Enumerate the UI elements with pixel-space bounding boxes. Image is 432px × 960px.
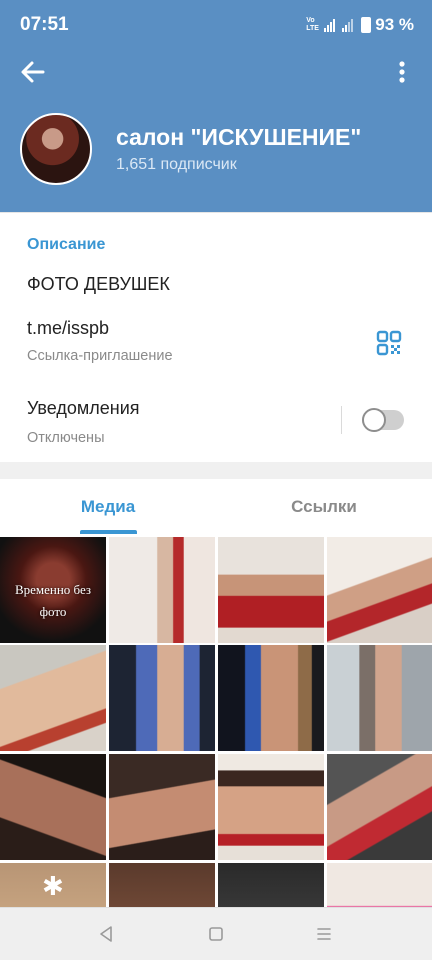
flower-icon: ✱ [42,871,64,901]
signal-icon-2 [342,18,354,32]
more-menu-button[interactable] [386,56,418,88]
qr-code-button[interactable] [376,330,402,356]
channel-info-section: Описание ФОТО ДЕВУШЕК t.me/isspb Ссылка-… [0,212,432,462]
tab-media[interactable]: Медиа [0,479,216,535]
tab-links[interactable]: Ссылки [216,479,432,535]
media-thumbnail[interactable] [218,863,324,907]
media-thumbnail[interactable]: Временно без фото [0,537,106,643]
invite-link[interactable]: t.me/isspb [27,318,109,339]
status-indicators: Vo LTE 93 % [306,15,414,35]
media-thumbnail[interactable] [109,645,215,751]
media-thumbnail[interactable] [109,863,215,907]
nav-back-button[interactable] [94,922,118,946]
thumbnail-caption: Временно без фото [14,582,92,619]
battery-icon [361,17,372,33]
status-bar: 07:51 Vo LTE 93 % [0,0,432,48]
active-tab-indicator [80,530,137,534]
media-tabs: Медиа Ссылки [0,479,432,535]
media-thumbnail[interactable] [0,645,106,751]
media-thumbnail[interactable] [0,754,106,860]
signal-icon [324,18,336,32]
status-time: 07:51 [20,14,69,35]
media-thumbnail[interactable] [218,537,324,643]
media-thumbnail[interactable] [327,537,432,643]
section-gap [0,462,432,479]
subscriber-count: 1,651 подписчик [116,156,237,173]
nav-recents-button[interactable] [312,922,336,946]
system-nav-bar [0,907,432,960]
arrow-left-icon [21,61,45,83]
media-thumbnail[interactable] [327,863,432,907]
notifications-status: Отключены [27,430,105,446]
media-thumbnail[interactable] [327,754,432,860]
media-thumbnail[interactable] [218,754,324,860]
recents-icon [317,928,331,940]
more-vertical-icon [399,61,405,83]
qr-code-icon [376,330,402,356]
description-heading: Описание [27,236,106,253]
channel-header: 07:51 Vo LTE 93 % салон "ИСКУШЕНИЕ" 1,65… [0,0,432,212]
nav-home-button[interactable] [204,922,228,946]
home-square-icon [209,927,223,941]
notifications-label: Уведомления [27,398,140,418]
back-button[interactable] [14,56,54,88]
channel-title: салон "ИСКУШЕНИЕ" [116,124,362,150]
description-text: ФОТО ДЕВУШЕК [27,274,170,294]
channel-avatar[interactable] [20,113,92,185]
media-thumbnail[interactable]: ✱ [0,863,106,907]
battery-percent: 93 % [375,15,414,34]
media-grid: Временно без фото ✱ [0,535,432,907]
media-thumbnail[interactable] [109,754,215,860]
media-thumbnail[interactable] [218,645,324,751]
network-label: Vo LTE [306,17,319,32]
toggle-knob [362,408,386,432]
media-thumbnail[interactable] [109,537,215,643]
divider [341,406,342,434]
invite-link-caption: Ссылка-приглашение [27,348,173,364]
back-triangle-icon [100,926,112,942]
notifications-toggle[interactable] [362,408,404,432]
media-thumbnail[interactable] [327,645,432,751]
